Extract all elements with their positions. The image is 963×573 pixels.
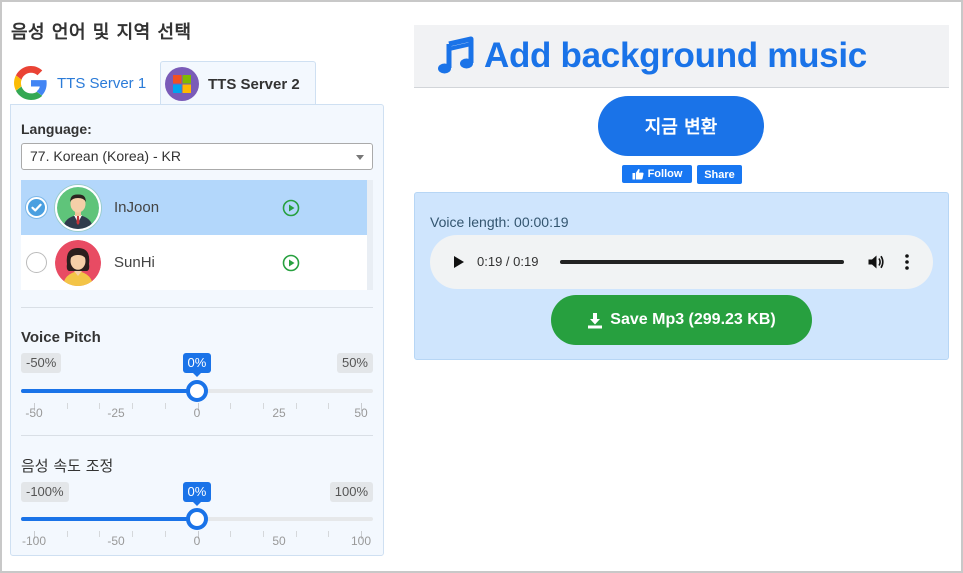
microsoft-icon: [165, 67, 199, 101]
tick-label: -50: [107, 534, 125, 548]
download-icon: [588, 312, 603, 328]
audio-progress-bar[interactable]: [560, 260, 844, 264]
pitch-value-badge: 0%: [182, 353, 212, 377]
tab-tts-server-2[interactable]: TTS Server 2: [160, 61, 316, 106]
tts-settings-panel: Language: 77. Korean (Korea) - KR InJoon…: [10, 104, 384, 556]
language-label: Language:: [21, 121, 92, 137]
pitch-max-badge: 50%: [336, 353, 373, 373]
speed-title: 음성 속도 조정: [21, 457, 114, 475]
voice-item-sunhi[interactable]: SunHi: [21, 235, 367, 290]
conversion-result-panel: Voice length: 00:00:19 0:19 / 0:19 Save …: [414, 192, 949, 360]
play-circle-icon[interactable]: [282, 199, 300, 217]
google-icon: [14, 66, 47, 100]
voice-list: InJoon SunHi: [21, 180, 367, 290]
thumbs-up-icon: [632, 168, 644, 180]
save-mp3-label: Save Mp3 (299.23 KB): [610, 311, 776, 328]
voice-item-injoon[interactable]: InJoon: [21, 180, 367, 235]
language-select[interactable]: 77. Korean (Korea) - KR: [21, 143, 373, 170]
tick-label: 50: [354, 406, 368, 420]
follow-label: Follow: [647, 168, 683, 180]
play-icon[interactable]: [452, 255, 466, 269]
tick-label: 25: [272, 406, 286, 420]
divider: [21, 435, 373, 436]
slider-thumb[interactable]: [186, 380, 208, 402]
convert-now-button[interactable]: 지금 변환: [598, 96, 764, 156]
slider-fill: [21, 389, 197, 393]
tab-tts-server-1[interactable]: TTS Server 1: [10, 61, 160, 105]
speed-max-badge: 100%: [329, 482, 373, 502]
tab-label: TTS Server 1: [57, 74, 147, 92]
language-selected-value: 77. Korean (Korea) - KR: [30, 148, 181, 164]
voice-name: SunHi: [114, 254, 155, 271]
tick-label: 0: [193, 534, 201, 548]
tab-label: TTS Server 2: [208, 75, 300, 93]
play-circle-icon[interactable]: [282, 254, 300, 272]
voice-name: InJoon: [114, 199, 160, 216]
divider: [21, 307, 373, 308]
facebook-follow-button[interactable]: Follow: [622, 165, 692, 183]
more-options-icon[interactable]: [903, 253, 911, 271]
slider-thumb[interactable]: [186, 508, 208, 530]
tick-label: 50: [272, 534, 286, 548]
server-tabs: TTS Server 1 TTS Server 2: [10, 61, 384, 106]
volume-icon[interactable]: [867, 253, 885, 271]
facebook-share-button[interactable]: Share: [697, 165, 742, 184]
pitch-min-badge: -50%: [21, 353, 62, 373]
male-avatar: [55, 184, 101, 231]
voice-radio-checked[interactable]: [26, 197, 47, 218]
voice-list-scrollbar[interactable]: [367, 180, 373, 290]
speed-tick-labels: -100 -50 0 50 100: [21, 534, 373, 550]
tick-label: -25: [107, 406, 125, 420]
speed-slider[interactable]: [21, 507, 373, 531]
speed-min-badge: -100%: [21, 482, 69, 502]
speed-value-badge: 0%: [182, 482, 212, 506]
background-music-header[interactable]: Add background music: [414, 25, 949, 88]
voice-radio-unchecked[interactable]: [26, 252, 47, 273]
tick-label: -100: [21, 534, 47, 548]
music-note-icon: [438, 36, 474, 74]
tick-label: 100: [350, 534, 372, 548]
chevron-down-icon: [356, 155, 364, 160]
pitch-slider[interactable]: [21, 379, 373, 403]
pitch-title: Voice Pitch: [21, 329, 101, 346]
pitch-tick-labels: -50 -25 0 25 50: [21, 406, 373, 422]
background-music-title: Add background music: [484, 36, 867, 75]
voice-length: Voice length: 00:00:19: [430, 214, 569, 230]
audio-player: 0:19 / 0:19: [430, 235, 933, 289]
female-avatar: [55, 239, 101, 286]
tick-label: -50: [25, 406, 43, 420]
audio-time: 0:19 / 0:19: [477, 254, 539, 269]
tick-label: 0: [193, 406, 201, 420]
slider-fill: [21, 517, 197, 521]
save-mp3-button[interactable]: Save Mp3 (299.23 KB): [551, 295, 812, 345]
section-title: 음성 언어 및 지역 선택: [11, 22, 192, 43]
